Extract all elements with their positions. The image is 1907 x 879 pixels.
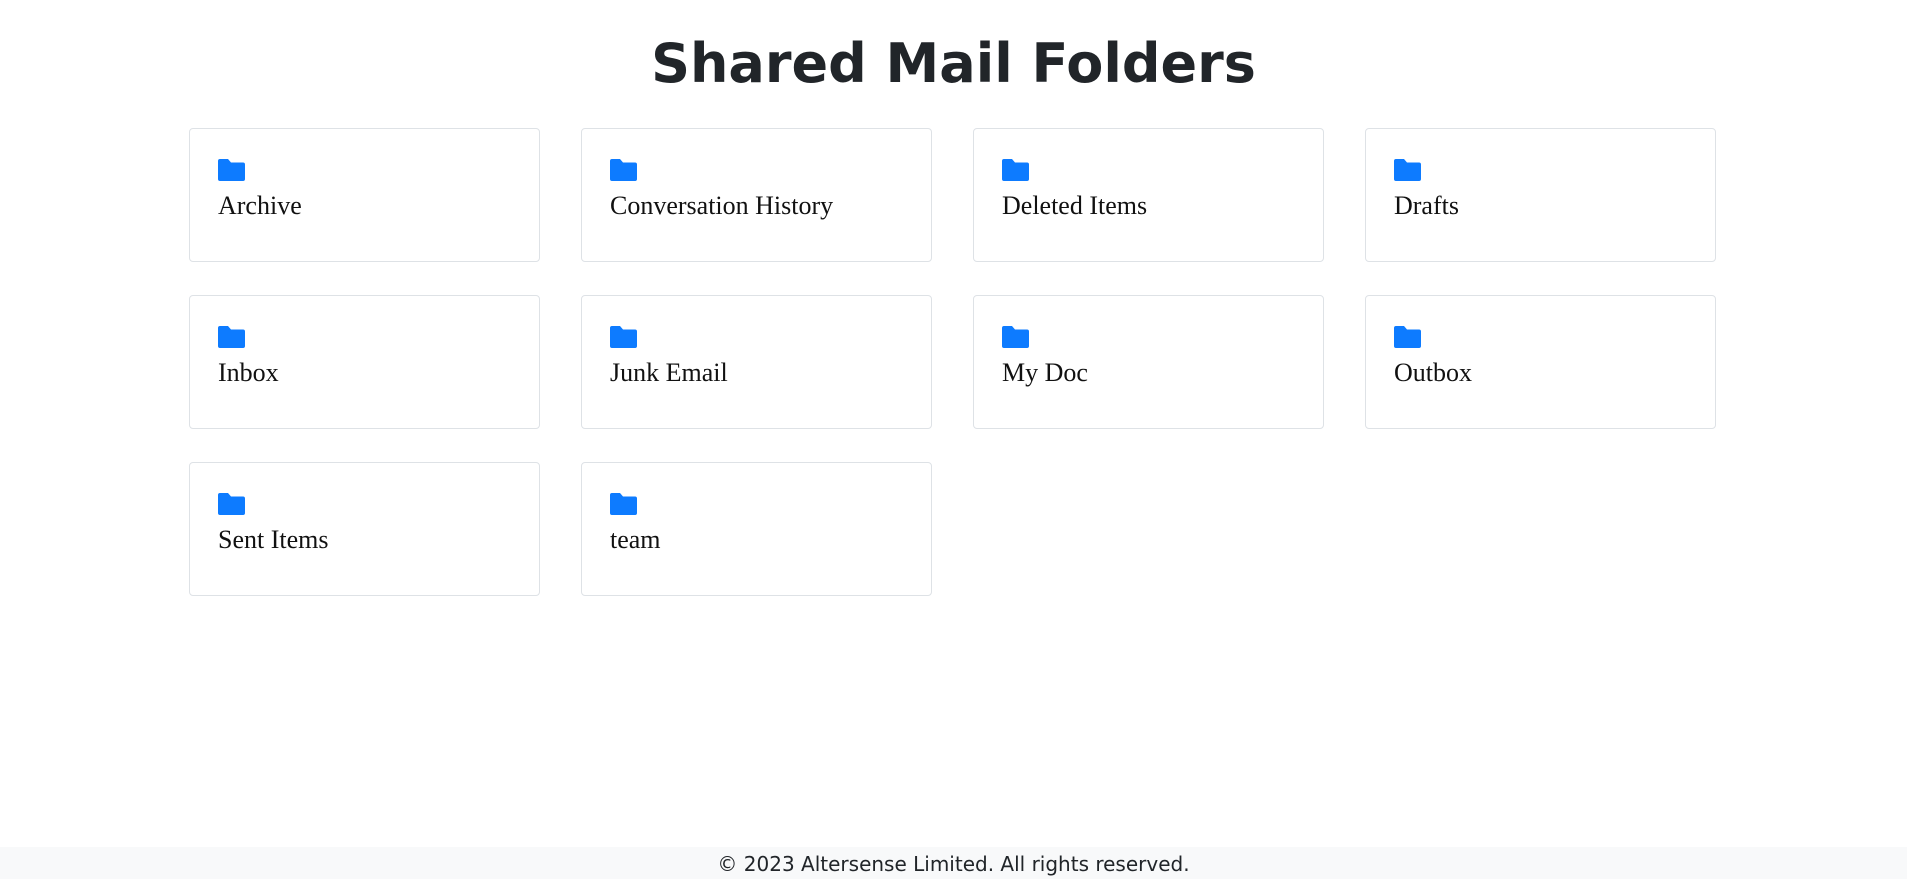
page-title: Shared Mail Folders bbox=[651, 32, 1256, 95]
folder-name: Inbox bbox=[218, 358, 279, 387]
folder-name: My Doc bbox=[1002, 358, 1088, 387]
folder-icon bbox=[218, 326, 245, 348]
footer: © 2023 Altersense Limited. All rights re… bbox=[0, 847, 1907, 879]
folder-grid: Archive Conversation History Deleted Ite… bbox=[189, 128, 1716, 596]
folder-icon bbox=[218, 159, 245, 181]
folder-name: Drafts bbox=[1394, 191, 1459, 220]
folder-icon bbox=[610, 326, 637, 348]
folder-card-drafts[interactable]: Drafts bbox=[1365, 128, 1716, 262]
folder-icon bbox=[1394, 326, 1421, 348]
folder-icon bbox=[218, 493, 245, 515]
folder-card-outbox[interactable]: Outbox bbox=[1365, 295, 1716, 429]
folder-card-my-doc[interactable]: My Doc bbox=[973, 295, 1324, 429]
folder-name: Sent Items bbox=[218, 525, 329, 554]
folder-name: Conversation History bbox=[610, 191, 834, 220]
folder-card-conversation-history[interactable]: Conversation History bbox=[581, 128, 932, 262]
folder-icon bbox=[1002, 159, 1029, 181]
folder-name: Deleted Items bbox=[1002, 191, 1148, 220]
folder-icon bbox=[610, 159, 637, 181]
folder-icon bbox=[610, 493, 637, 515]
folder-card-archive[interactable]: Archive bbox=[189, 128, 540, 262]
folder-card-team[interactable]: team bbox=[581, 462, 932, 596]
folder-name: team bbox=[610, 525, 661, 554]
footer-copyright: © 2023 Altersense Limited. All rights re… bbox=[717, 852, 1190, 876]
folder-name: Outbox bbox=[1394, 358, 1472, 387]
folder-name: Junk Email bbox=[610, 358, 728, 387]
folder-card-junk-email[interactable]: Junk Email bbox=[581, 295, 932, 429]
folder-name: Archive bbox=[218, 191, 302, 220]
folder-icon bbox=[1002, 326, 1029, 348]
folder-card-inbox[interactable]: Inbox bbox=[189, 295, 540, 429]
folder-icon bbox=[1394, 159, 1421, 181]
folder-card-sent-items[interactable]: Sent Items bbox=[189, 462, 540, 596]
folder-card-deleted-items[interactable]: Deleted Items bbox=[973, 128, 1324, 262]
